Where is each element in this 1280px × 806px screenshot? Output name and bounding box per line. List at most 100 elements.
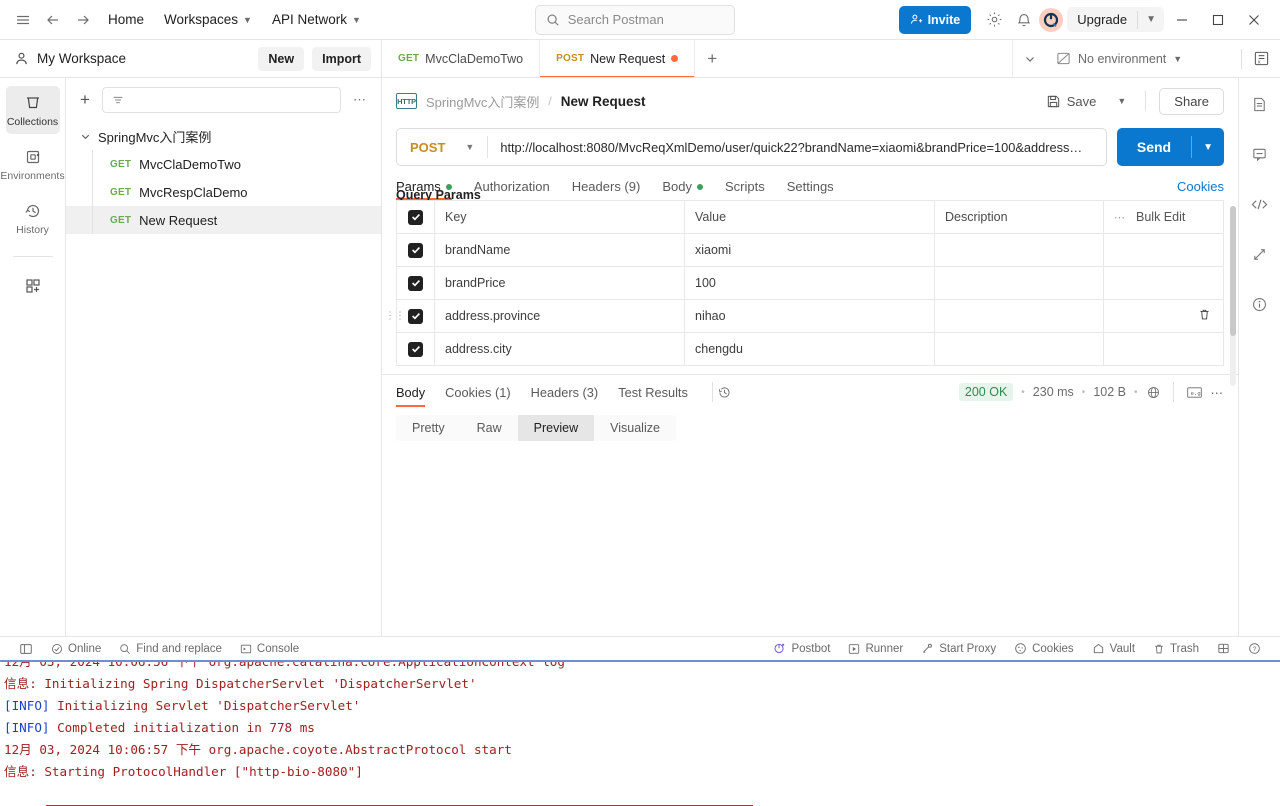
- breadcrumb-collection[interactable]: SpringMvc入门案例: [426, 92, 539, 111]
- param-description[interactable]: [934, 332, 1104, 366]
- menu-icon[interactable]: [8, 5, 38, 35]
- online-status[interactable]: Online: [42, 643, 110, 655]
- postbot-button[interactable]: Postbot: [764, 642, 839, 655]
- gear-icon[interactable]: [979, 5, 1009, 35]
- param-value[interactable]: 100: [684, 266, 935, 300]
- save-chevron-down-icon[interactable]: ▼: [1111, 96, 1132, 106]
- tab-body[interactable]: Body: [662, 179, 703, 200]
- tab-settings[interactable]: Settings: [787, 179, 834, 200]
- avatar[interactable]: [1039, 7, 1064, 32]
- new-tab-button[interactable]: +: [695, 49, 729, 69]
- table-more-icon[interactable]: ⋯: [1114, 211, 1126, 224]
- cookies-link[interactable]: Cookies: [1177, 179, 1224, 200]
- upgrade-button[interactable]: Upgrade: [1067, 7, 1137, 32]
- info-icon[interactable]: [1246, 292, 1274, 316]
- comment-icon[interactable]: [1246, 142, 1274, 166]
- code-icon[interactable]: [1246, 192, 1274, 216]
- url-input[interactable]: http://localhost:8080/MvcReqXmlDemo/user…: [488, 140, 1106, 155]
- fork-sync-icon[interactable]: [1246, 242, 1274, 266]
- minimize-button[interactable]: [1164, 3, 1200, 37]
- param-key[interactable]: address.province: [434, 299, 685, 333]
- select-all-checkbox[interactable]: [408, 209, 423, 225]
- list-item[interactable]: GET MvcRespClaDemo: [66, 178, 381, 206]
- filter-input[interactable]: [101, 87, 341, 113]
- help-button[interactable]: ?: [1239, 642, 1270, 655]
- send-chevron-down-icon[interactable]: ▼: [1192, 142, 1224, 153]
- tab-list-chevron-down-icon[interactable]: [1012, 40, 1046, 77]
- bulk-edit-button[interactable]: Bulk Edit: [1136, 210, 1185, 224]
- row-checkbox[interactable]: [408, 242, 423, 258]
- share-button[interactable]: Share: [1159, 87, 1224, 115]
- method-selector[interactable]: POST ▼: [397, 129, 487, 165]
- row-checkbox[interactable]: [408, 275, 423, 291]
- send-button[interactable]: Send: [1117, 139, 1191, 155]
- arrow-left-icon[interactable]: [38, 5, 68, 35]
- list-item[interactable]: GET MvcClaDemoTwo: [66, 150, 381, 178]
- param-value[interactable]: chengdu: [684, 332, 935, 366]
- sidebar-item-collections[interactable]: Collections: [5, 86, 60, 134]
- upgrade-chevron-down-icon[interactable]: ▼: [1138, 9, 1164, 30]
- tab-response-cookies[interactable]: Cookies (1): [445, 377, 510, 407]
- view-mode-pretty[interactable]: Pretty: [396, 415, 461, 441]
- console-button[interactable]: Console: [231, 643, 308, 655]
- param-key[interactable]: brandPrice: [434, 266, 685, 300]
- cookies-button[interactable]: Cookies: [1005, 642, 1083, 655]
- param-key[interactable]: brandName: [434, 233, 685, 267]
- tab-authorization[interactable]: Authorization: [474, 179, 550, 200]
- tab-response-headers[interactable]: Headers (3): [531, 377, 599, 407]
- bell-icon[interactable]: [1009, 5, 1039, 35]
- workspaces-menu[interactable]: Workspaces ▼: [154, 7, 262, 32]
- param-key[interactable]: address.city: [434, 332, 685, 366]
- response-history-icon[interactable]: [717, 385, 732, 400]
- workspace-name[interactable]: My Workspace: [37, 51, 250, 66]
- environment-quick-look-icon[interactable]: x: [1242, 40, 1280, 77]
- view-mode-visualize[interactable]: Visualize: [594, 415, 676, 441]
- new-button[interactable]: New: [258, 46, 305, 71]
- tab-response-body[interactable]: Body: [396, 377, 426, 407]
- param-value[interactable]: xiaomi: [684, 233, 935, 267]
- row-checkbox[interactable]: [408, 341, 423, 357]
- params-scrollbar-thumb[interactable]: [1230, 206, 1236, 336]
- tab-headers[interactable]: Headers (9): [572, 179, 641, 200]
- home-link[interactable]: Home: [98, 7, 154, 32]
- param-description[interactable]: [934, 299, 1104, 333]
- api-network-menu[interactable]: API Network ▼: [262, 7, 371, 32]
- toggle-sidebar-button[interactable]: [10, 642, 42, 656]
- tab-scripts[interactable]: Scripts: [725, 179, 765, 200]
- layout-toggle-button[interactable]: [1208, 642, 1239, 655]
- maximize-button[interactable]: [1200, 3, 1236, 37]
- import-button[interactable]: Import: [312, 46, 371, 71]
- arrow-right-icon[interactable]: [68, 5, 98, 35]
- documentation-icon[interactable]: [1246, 92, 1274, 116]
- close-button[interactable]: [1236, 3, 1272, 37]
- network-globe-icon[interactable]: [1146, 385, 1161, 400]
- view-mode-raw[interactable]: Raw: [460, 415, 518, 441]
- find-and-replace-button[interactable]: Find and replace: [110, 643, 231, 655]
- collection-row[interactable]: SpringMvc入门案例: [66, 122, 381, 150]
- runner-button[interactable]: Runner: [839, 643, 912, 655]
- save-button[interactable]: Save: [1040, 90, 1103, 113]
- row-checkbox[interactable]: [408, 308, 423, 324]
- view-mode-preview[interactable]: Preview: [517, 415, 595, 441]
- sidebar-item-add-apps[interactable]: [6, 269, 60, 302]
- trash-button[interactable]: Trash: [1144, 643, 1208, 655]
- search-input[interactable]: Search Postman: [534, 4, 735, 35]
- drag-handle-icon[interactable]: ⋮⋮: [385, 311, 405, 321]
- sidebar-more-icon[interactable]: ⋯: [349, 92, 371, 108]
- response-more-icon[interactable]: ⋯: [1211, 385, 1225, 400]
- start-proxy-button[interactable]: Start Proxy: [912, 642, 1005, 655]
- tab-mvccladémotwo[interactable]: GET MvcClaDemoTwo: [382, 40, 541, 77]
- tab-test-results[interactable]: Test Results: [618, 377, 688, 407]
- add-new-icon[interactable]: +: [76, 90, 94, 110]
- sidebar-item-environments[interactable]: Environments: [0, 140, 65, 188]
- environment-selector[interactable]: No environment ▼: [1046, 40, 1241, 77]
- delete-row-button[interactable]: [1103, 299, 1224, 333]
- param-description[interactable]: [934, 266, 1104, 300]
- param-description[interactable]: [934, 233, 1104, 267]
- param-value[interactable]: nihao: [684, 299, 935, 333]
- sidebar-item-history[interactable]: History: [6, 194, 60, 242]
- tab-new-request[interactable]: POST New Request: [540, 40, 696, 77]
- save-response-icon[interactable]: e.g: [1186, 385, 1203, 400]
- list-item[interactable]: GET New Request: [66, 206, 381, 234]
- vault-button[interactable]: Vault: [1083, 642, 1144, 655]
